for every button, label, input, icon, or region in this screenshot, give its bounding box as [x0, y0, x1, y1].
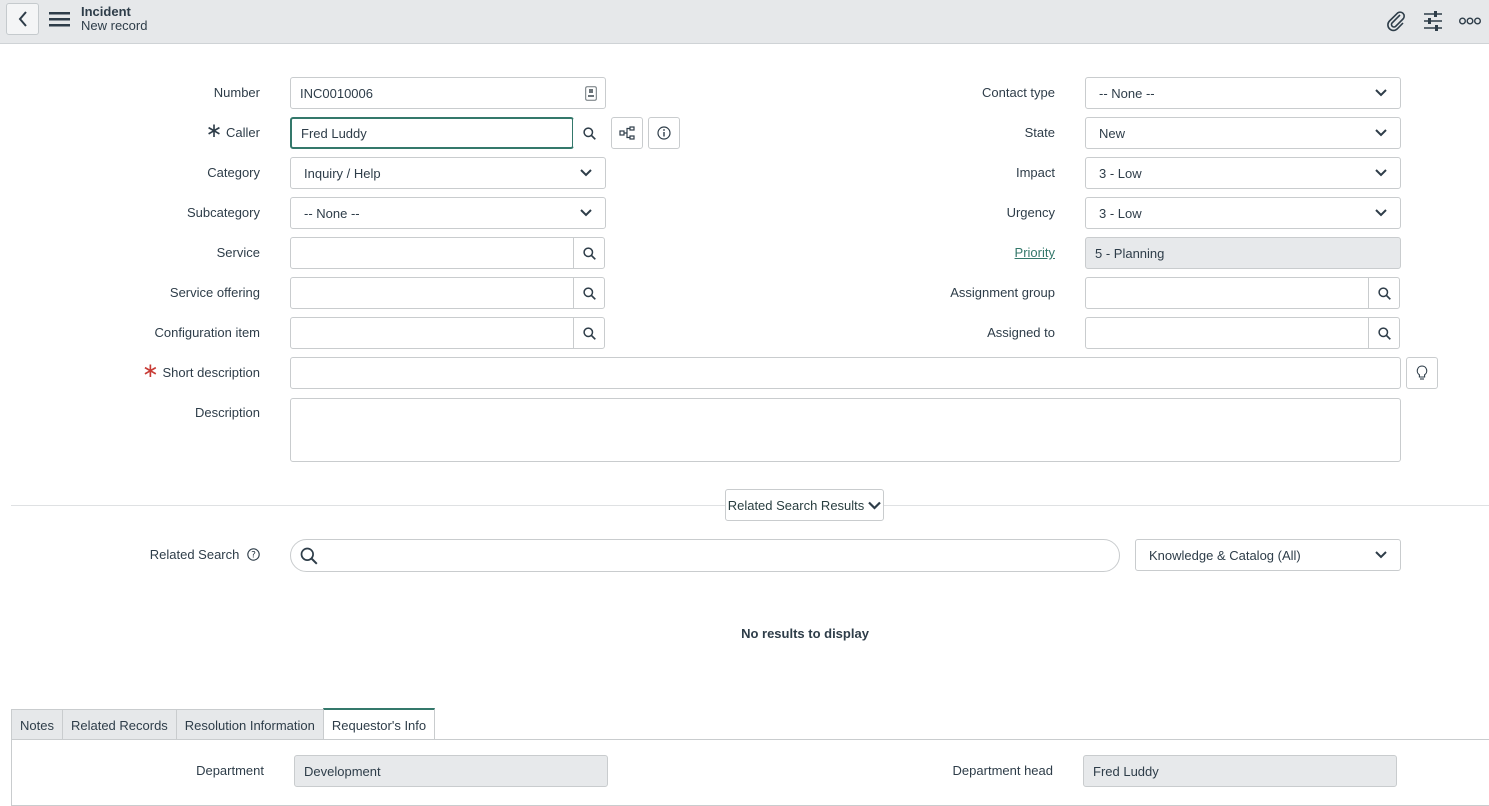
no-results-message: No results to display: [741, 626, 869, 641]
department-label: Department: [196, 763, 264, 778]
info-icon: [657, 126, 671, 140]
urgency-select[interactable]: 3 - Low: [1085, 197, 1401, 229]
required-mark-icon: ∗: [142, 360, 159, 382]
priority-field: 5 - Planning: [1085, 237, 1401, 269]
personalize-form-icon[interactable]: [1421, 9, 1445, 33]
tab-notes[interactable]: Notes: [11, 709, 62, 741]
search-icon: [1377, 326, 1391, 340]
configuration-item-label: Configuration item: [154, 325, 261, 340]
page-title: Incident: [81, 4, 131, 19]
more-options-icon[interactable]: [1458, 9, 1482, 33]
related-search-label-wrap: Related Search ?: [150, 547, 260, 562]
required-mark-icon: ∗: [205, 120, 223, 142]
assigned-to-lookup-button[interactable]: [1368, 317, 1400, 349]
chevron-left-icon: [18, 11, 27, 27]
number-label: Number: [213, 85, 260, 100]
caller-label-wrap: ∗ Caller: [206, 121, 260, 141]
category-select[interactable]: Inquiry / Help: [290, 157, 606, 189]
chevron-down-icon: [1375, 209, 1387, 217]
search-icon: [582, 126, 596, 140]
tab-resolution-information[interactable]: Resolution Information: [175, 709, 323, 741]
service-offering-lookup-button[interactable]: [573, 277, 605, 309]
category-label: Category: [207, 165, 260, 180]
subcategory-label: Subcategory: [187, 205, 260, 220]
caller-lookup-button[interactable]: [573, 117, 605, 149]
description-textarea[interactable]: [290, 398, 1401, 462]
chevron-down-icon: [580, 169, 592, 177]
hamburger-menu-icon[interactable]: [49, 11, 70, 27]
attachment-icon[interactable]: [1384, 9, 1408, 33]
subcategory-select[interactable]: -- None --: [290, 197, 606, 229]
field-info-icon: [585, 85, 597, 101]
number-field[interactable]: INC0010006: [290, 77, 606, 109]
impact-select[interactable]: 3 - Low: [1085, 157, 1401, 189]
related-search-results-toggle[interactable]: Related Search Results: [725, 489, 884, 521]
search-icon: [582, 286, 596, 300]
short-description-label: Short description: [162, 365, 260, 380]
assignment-group-label: Assignment group: [950, 285, 1055, 300]
description-label: Description: [194, 405, 260, 420]
assignment-group-input[interactable]: [1085, 277, 1369, 309]
urgency-label: Urgency: [1006, 205, 1055, 220]
back-button[interactable]: [6, 3, 39, 35]
related-search-input[interactable]: [290, 539, 1120, 572]
short-description-label-wrap: ∗ Short description: [142, 361, 260, 381]
help-icon[interactable]: ?: [247, 548, 260, 561]
assigned-to-label: Assigned to: [987, 325, 1055, 340]
search-icon: [582, 326, 596, 340]
assignment-group-lookup-button[interactable]: [1368, 277, 1400, 309]
service-input[interactable]: [290, 237, 574, 269]
tab-requestors-info[interactable]: Requestor's Info: [322, 708, 436, 741]
chevron-down-icon: [868, 501, 882, 510]
chevron-down-icon: [1375, 169, 1387, 177]
caller-input[interactable]: Fred Luddy: [290, 117, 574, 149]
chevron-down-icon: [1375, 89, 1387, 97]
show-dependencies-button[interactable]: [611, 117, 643, 149]
configuration-item-lookup-button[interactable]: [573, 317, 605, 349]
state-select[interactable]: New: [1085, 117, 1401, 149]
form-header: Incident New record: [0, 0, 1489, 44]
related-search-label: Related Search: [149, 547, 240, 562]
department-field: Development: [294, 755, 608, 787]
page-subtitle: New record: [81, 18, 148, 33]
configuration-item-input[interactable]: [290, 317, 574, 349]
priority-link[interactable]: Priority: [1015, 245, 1055, 260]
department-head-label: Department head: [952, 763, 1053, 778]
state-label: State: [1024, 125, 1055, 140]
service-offering-input[interactable]: [290, 277, 574, 309]
department-head-field: Fred Luddy: [1083, 755, 1397, 787]
service-offering-label: Service offering: [169, 285, 260, 300]
chevron-down-icon: [1375, 129, 1387, 137]
suggestion-button[interactable]: [1406, 357, 1438, 389]
service-lookup-button[interactable]: [573, 237, 605, 269]
svg-text:?: ?: [251, 551, 256, 561]
short-description-input[interactable]: [290, 357, 1401, 389]
search-icon: [582, 246, 596, 260]
caller-label: Caller: [226, 125, 260, 140]
related-search-scope-select[interactable]: Knowledge & Catalog (All): [1135, 539, 1401, 571]
contact-type-select[interactable]: -- None --: [1085, 77, 1401, 109]
service-label: Service: [216, 245, 260, 260]
contact-type-label: Contact type: [982, 85, 1055, 100]
assigned-to-input[interactable]: [1085, 317, 1369, 349]
search-icon: [1377, 286, 1391, 300]
chevron-down-icon: [580, 209, 592, 217]
caller-preview-button[interactable]: [648, 117, 680, 149]
hierarchy-icon: [619, 126, 635, 140]
lightbulb-icon: [1416, 365, 1428, 380]
chevron-down-icon: [1375, 551, 1387, 559]
search-icon: [300, 547, 318, 565]
impact-label: Impact: [1015, 165, 1055, 180]
form-section-tabs: Notes Related Records Resolution Informa…: [11, 708, 436, 741]
tab-related-records[interactable]: Related Records: [61, 709, 176, 741]
